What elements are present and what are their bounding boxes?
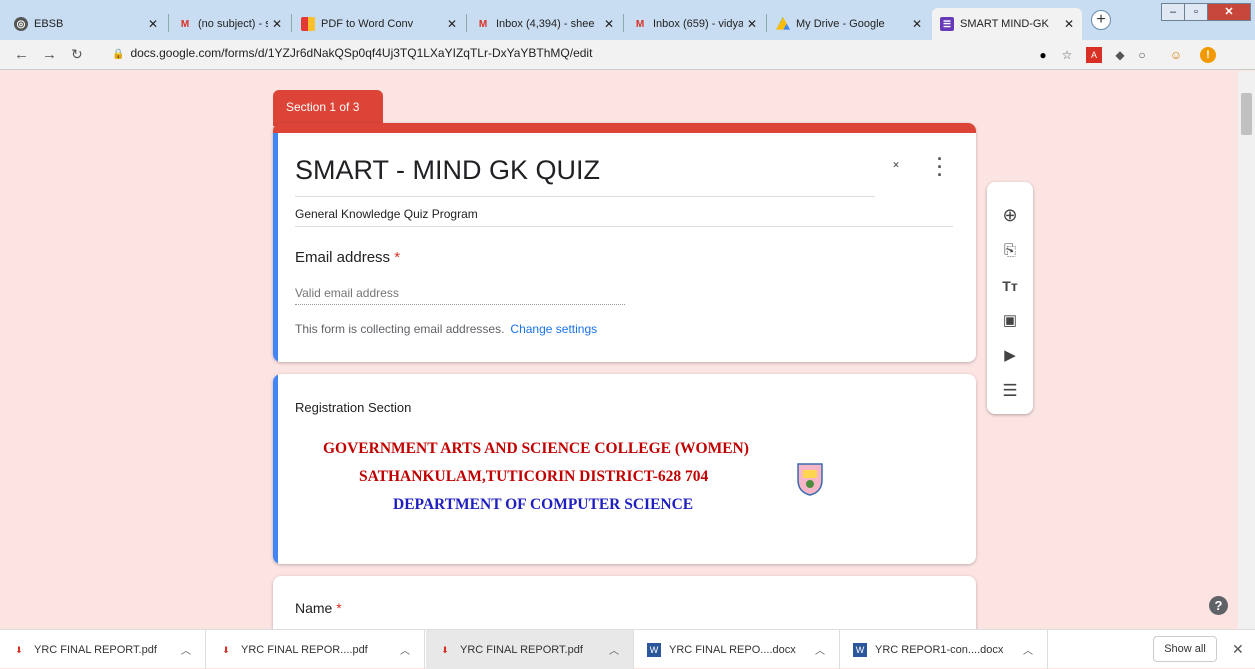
download-item[interactable]: W YRC FINAL REPO....docx ︿ bbox=[635, 630, 840, 669]
add-video-icon[interactable]: ▶ bbox=[987, 341, 1033, 371]
gmail-icon: M bbox=[478, 18, 488, 30]
more-options-icon[interactable]: · · · bbox=[937, 150, 943, 184]
gmail-icon: M bbox=[635, 18, 645, 30]
page-scrollbar[interactable] bbox=[1238, 71, 1255, 629]
tab-google-drive[interactable]: My Drive - Google ✕ bbox=[768, 8, 930, 40]
window-close-button[interactable]: ✕ bbox=[1207, 3, 1251, 21]
chevron-up-icon[interactable]: ︿ bbox=[1023, 642, 1033, 657]
card-indicator bbox=[273, 374, 278, 564]
circle-extension-icon[interactable]: ○ bbox=[1134, 47, 1150, 63]
tab-ebsb[interactable]: ◎ EBSB ✕ bbox=[6, 8, 166, 40]
add-section-icon[interactable]: ☰ bbox=[987, 376, 1033, 406]
help-icon[interactable]: ? bbox=[1209, 596, 1228, 615]
form-editor-page: Section 1 of 3 SMART - MIND GK QUIZ ⌄ ⌃ ·… bbox=[0, 71, 1255, 629]
registration-section-card[interactable]: Registration Section GOVERNMENT ARTS AND… bbox=[273, 374, 976, 564]
word-file-icon: W bbox=[853, 642, 867, 657]
globe-icon: ◎ bbox=[14, 17, 28, 31]
form-header-card[interactable]: SMART - MIND GK QUIZ ⌄ ⌃ · · · General Know… bbox=[273, 123, 976, 362]
college-header-image[interactable]: GOVERNMENT ARTS AND SCIENCE COLLEGE (WOM… bbox=[313, 440, 853, 530]
tab-smart-mind-gk[interactable]: ☰ SMART MIND-GK ✕ bbox=[932, 8, 1082, 40]
bookmark-star-icon[interactable]: ☆ bbox=[1059, 47, 1075, 63]
change-settings-link[interactable]: Change settings bbox=[510, 322, 597, 336]
active-card-indicator bbox=[273, 133, 278, 362]
pdf-file-icon: ⬇ bbox=[441, 644, 449, 655]
download-item[interactable]: ⬇ YRC FINAL REPORT.pdf ︿ bbox=[0, 630, 206, 669]
add-image-icon[interactable]: ▣ bbox=[987, 306, 1033, 336]
title-underline bbox=[295, 196, 875, 197]
chevron-up-icon[interactable]: ︿ bbox=[815, 642, 825, 657]
section-label: Section 1 of 3 bbox=[273, 90, 383, 126]
download-item[interactable]: W YRC REPOR1-con....docx ︿ bbox=[841, 630, 1048, 669]
close-icon[interactable]: ✕ bbox=[1064, 17, 1074, 31]
pdf-converter-icon bbox=[301, 17, 315, 31]
incognito-icon[interactable]: ● bbox=[1035, 47, 1051, 63]
tab-gmail-no-subject[interactable]: M (no subject) - sheel ✕ bbox=[170, 8, 290, 40]
college-address: SATHANKULAM,TUTICORIN DISTRICT-628 704 bbox=[359, 468, 709, 485]
form-description[interactable]: General Knowledge Quiz Program bbox=[295, 207, 478, 221]
minimize-button[interactable]: – bbox=[1161, 3, 1185, 21]
chevron-up-icon[interactable]: ︿ bbox=[400, 642, 410, 657]
address-bar: ← → ↻ 🔒 docs.google.com/forms/d/1YZJr6dNa… bbox=[0, 40, 1255, 70]
chevron-up-icon[interactable]: ︿ bbox=[609, 642, 619, 657]
url-field[interactable]: 🔒 docs.google.com/forms/d/1YZJr6dNakQSp0q… bbox=[112, 46, 592, 60]
forms-icon: ☰ bbox=[940, 17, 954, 31]
tab-gmail-inbox-4394[interactable]: M Inbox (4,394) - shee ✕ bbox=[468, 8, 622, 40]
new-tab-button[interactable]: + bbox=[1091, 10, 1111, 30]
close-icon[interactable]: ✕ bbox=[604, 17, 614, 31]
add-question-icon[interactable]: ⊕ bbox=[987, 200, 1033, 230]
college-emblem-icon bbox=[797, 463, 823, 496]
close-icon[interactable]: ✕ bbox=[747, 17, 757, 31]
maximize-button[interactable]: ▫ bbox=[1184, 3, 1208, 21]
tab-separator bbox=[291, 14, 292, 32]
close-icon[interactable]: ✕ bbox=[447, 17, 457, 31]
back-icon[interactable]: ← bbox=[14, 46, 29, 63]
name-question-label: Name * bbox=[295, 600, 342, 616]
update-alert-icon[interactable]: ! bbox=[1200, 47, 1216, 63]
floating-toolbar: ⊕ ⎘ Tт ▣ ▶ ☰ bbox=[987, 182, 1033, 414]
download-item[interactable]: ⬇ YRC FINAL REPORT.pdf ︿ bbox=[426, 630, 634, 669]
acrobat-extension-icon[interactable]: A bbox=[1086, 47, 1102, 63]
name-question-card[interactable]: Name * bbox=[273, 576, 976, 629]
tab-separator bbox=[168, 14, 169, 32]
browser-tab-bar: ◎ EBSB ✕ M (no subject) - sheel ✕ PDF to… bbox=[0, 0, 1255, 40]
collapse-icon[interactable]: ⌄ ⌃ bbox=[891, 155, 901, 175]
collecting-email-notice: This form is collecting email addresses.… bbox=[295, 322, 598, 336]
word-file-icon: W bbox=[647, 642, 661, 657]
tab-separator bbox=[623, 14, 624, 32]
required-asterisk: * bbox=[394, 249, 401, 266]
pdf-file-icon: ⬇ bbox=[15, 644, 23, 655]
close-icon[interactable]: ✕ bbox=[1232, 641, 1244, 658]
gmail-icon: M bbox=[180, 18, 190, 30]
email-field[interactable] bbox=[295, 281, 625, 305]
required-asterisk: * bbox=[336, 600, 342, 616]
downloads-bar: ⬇ YRC FINAL REPORT.pdf ︿ ⬇ YRC FINAL REP… bbox=[0, 629, 1255, 669]
tab-pdf-to-word[interactable]: PDF to Word Conv ✕ bbox=[293, 8, 465, 40]
tab-gmail-inbox-659[interactable]: M Inbox (659) - vidya ✕ bbox=[625, 8, 765, 40]
description-underline bbox=[295, 226, 953, 227]
tab-separator bbox=[466, 14, 467, 32]
pdf-file-icon: ⬇ bbox=[222, 644, 230, 655]
lock-icon: 🔒 bbox=[112, 49, 125, 60]
department-name: DEPARTMENT OF COMPUTER SCIENCE bbox=[393, 496, 694, 513]
email-question-label: Email address * bbox=[295, 249, 401, 266]
drive-icon bbox=[776, 17, 790, 30]
extension-icon[interactable]: ◆ bbox=[1112, 47, 1128, 63]
forward-icon[interactable]: → bbox=[42, 46, 57, 63]
college-name: GOVERNMENT ARTS AND SCIENCE COLLEGE (WOM… bbox=[323, 440, 749, 457]
download-item[interactable]: ⬇ YRC FINAL REPOR....pdf ︿ bbox=[207, 630, 425, 669]
add-title-icon[interactable]: Tт bbox=[987, 271, 1033, 301]
import-questions-icon[interactable]: ⎘ bbox=[987, 236, 1033, 266]
scrollbar-thumb[interactable] bbox=[1241, 93, 1252, 135]
close-icon[interactable]: ✕ bbox=[272, 17, 282, 31]
show-all-button[interactable]: Show all bbox=[1153, 636, 1217, 662]
profile-avatar-icon[interactable]: ☺ bbox=[1168, 47, 1184, 63]
tab-separator bbox=[766, 14, 767, 32]
close-icon[interactable]: ✕ bbox=[912, 17, 922, 31]
reload-icon[interactable]: ↻ bbox=[71, 46, 83, 63]
form-title[interactable]: SMART - MIND GK QUIZ bbox=[295, 155, 600, 186]
chevron-up-icon[interactable]: ︿ bbox=[181, 642, 191, 657]
close-icon[interactable]: ✕ bbox=[148, 17, 158, 31]
section-title: Registration Section bbox=[295, 400, 412, 415]
